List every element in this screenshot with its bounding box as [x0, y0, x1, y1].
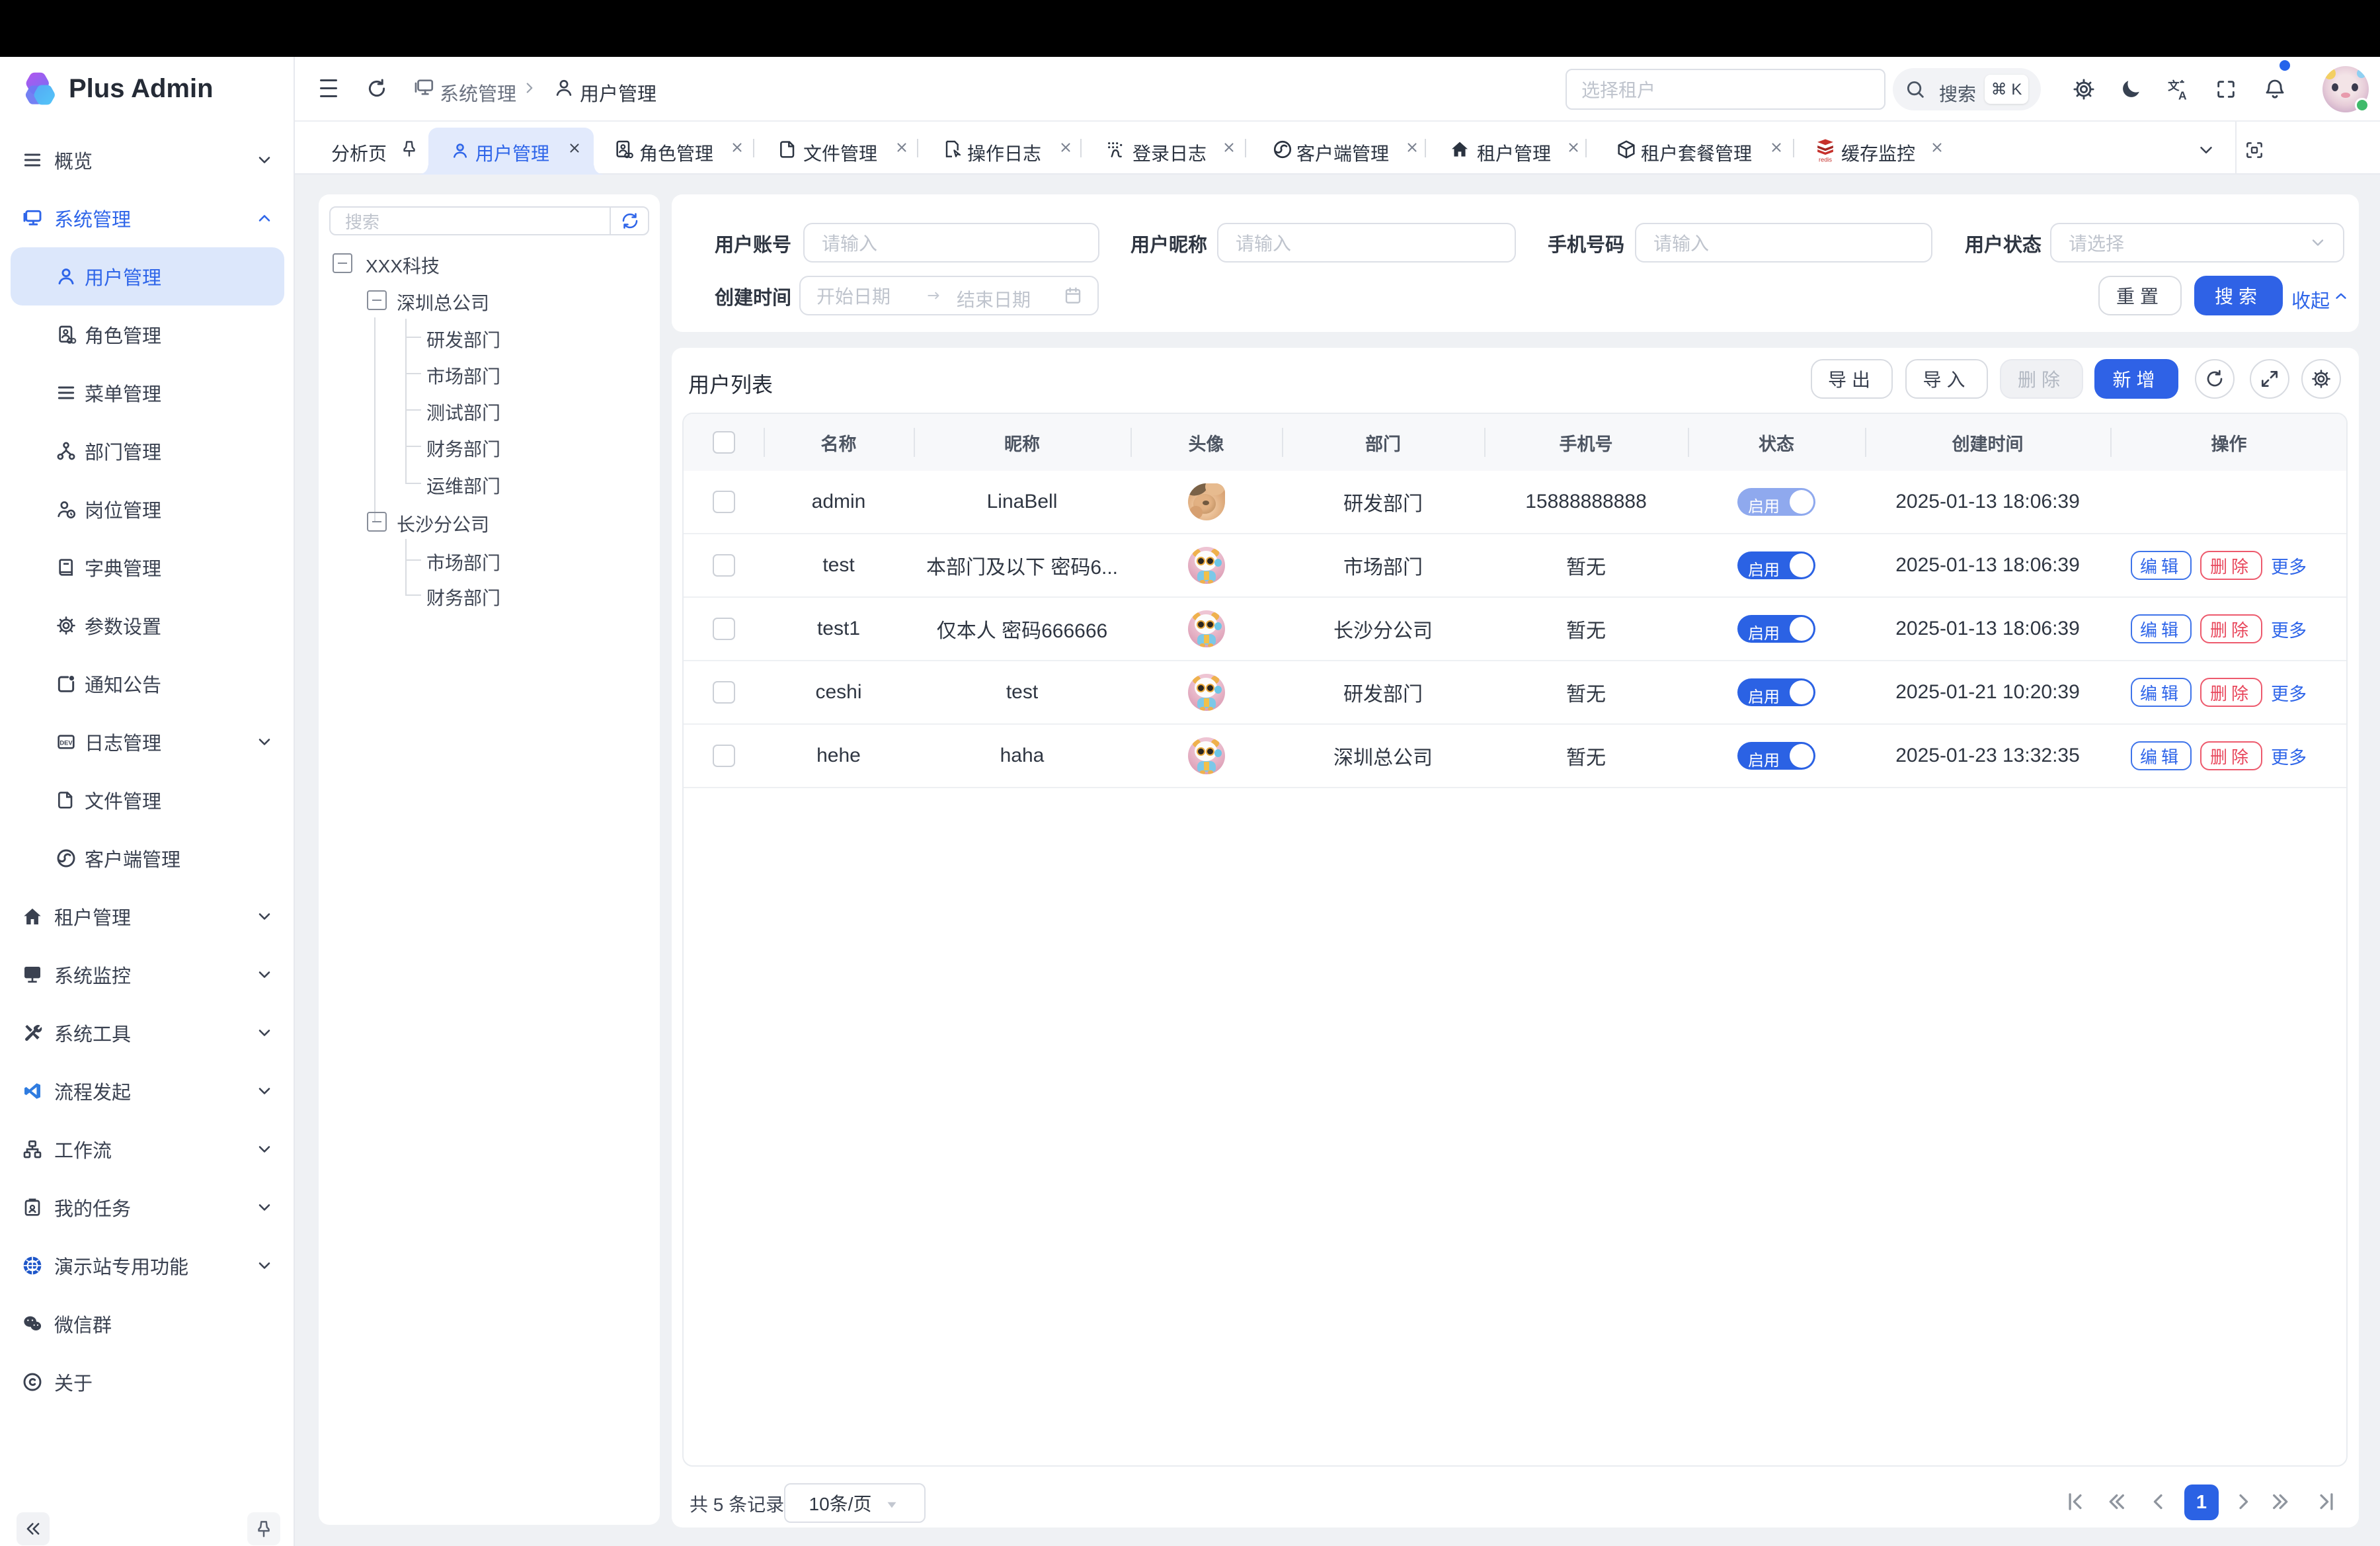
svg-text:DEV: DEV — [60, 740, 73, 747]
svg-text:A: A — [2178, 89, 2187, 102]
svg-text:redis: redis — [1819, 157, 1832, 163]
